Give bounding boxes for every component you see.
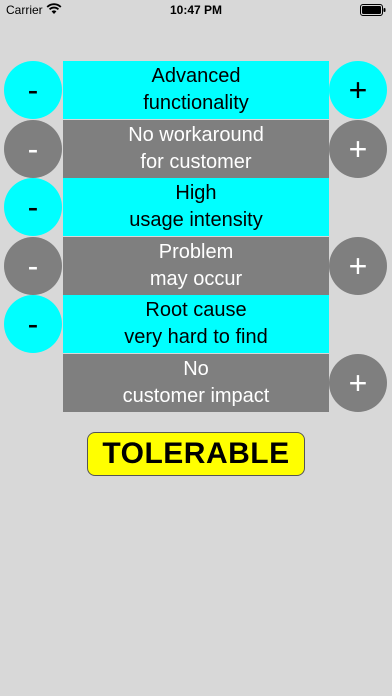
criteria-row: No customer impact + <box>0 354 392 412</box>
criteria-label-line1: High <box>175 182 217 204</box>
minus-icon: - <box>27 306 39 342</box>
plus-icon: + <box>348 248 368 284</box>
plus-icon: + <box>348 131 368 167</box>
increase-button[interactable]: + <box>329 61 387 119</box>
criteria-row: - Advanced functionality + <box>0 61 392 119</box>
battery-icon <box>360 4 386 16</box>
decrease-button[interactable]: - <box>4 295 62 353</box>
decrease-button[interactable]: - <box>4 237 62 295</box>
criteria-row: - Problem may occur + <box>0 237 392 295</box>
criteria-label: Problem may occur <box>63 237 329 295</box>
criteria-label-line2: customer impact <box>122 385 270 407</box>
minus-icon: - <box>27 248 39 284</box>
criteria-label-line2: very hard to find <box>124 326 268 348</box>
increase-button[interactable]: + <box>329 237 387 295</box>
decrease-button[interactable]: - <box>4 178 62 236</box>
criteria-label-line2: usage intensity <box>129 209 263 231</box>
criteria-label: High usage intensity <box>63 178 329 236</box>
criteria-label-line1: No workaround <box>128 124 264 146</box>
status-bar: Carrier 10:47 PM <box>0 0 392 20</box>
criteria-row: - No workaround for customer + <box>0 120 392 178</box>
criteria-label-line1: Problem <box>158 241 234 263</box>
decrease-button[interactable]: - <box>4 61 62 119</box>
criteria-label: Root cause very hard to find <box>63 295 329 353</box>
result-label: TOLERABLE <box>102 437 290 470</box>
criteria-label: No customer impact <box>63 354 329 412</box>
increase-button[interactable]: + <box>329 354 387 412</box>
criteria-label-line2: may occur <box>149 268 243 290</box>
criteria-row: - Root cause very hard to find <box>0 295 392 353</box>
criteria-label: No workaround for customer <box>63 120 329 178</box>
criteria-label-line2: for customer <box>140 151 252 173</box>
decrease-button[interactable]: - <box>4 120 62 178</box>
criteria-label: Advanced functionality <box>63 61 329 119</box>
criteria-label-line1: Root cause <box>145 299 247 321</box>
plus-icon: + <box>348 72 368 108</box>
increase-button[interactable]: + <box>329 120 387 178</box>
result-badge: TOLERABLE <box>87 432 305 476</box>
minus-icon: - <box>27 131 39 167</box>
minus-icon: - <box>27 72 39 108</box>
clock: 10:47 PM <box>169 3 223 17</box>
criteria-label-line1: No <box>183 358 209 380</box>
criteria-row: - High usage intensity <box>0 178 392 236</box>
plus-icon: + <box>348 365 368 401</box>
criteria-label-line1: Advanced <box>151 65 241 87</box>
minus-icon: - <box>27 189 39 225</box>
criteria-label-line2: functionality <box>143 92 249 114</box>
